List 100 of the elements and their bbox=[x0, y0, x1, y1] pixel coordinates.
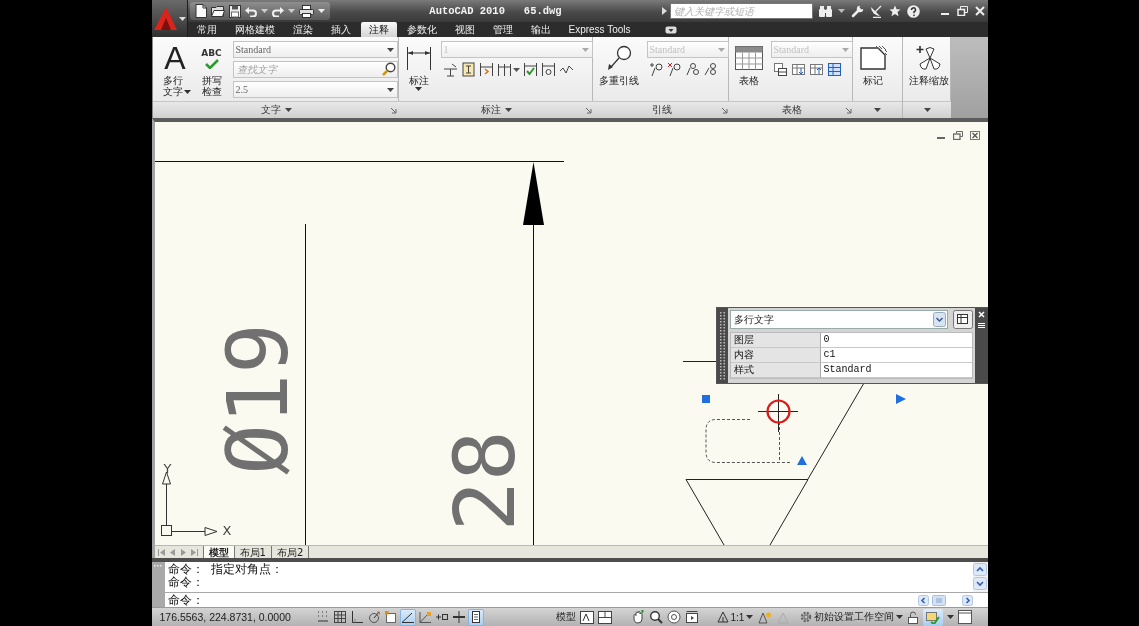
model-view-icon[interactable] bbox=[579, 610, 594, 624]
play-screen-icon[interactable] bbox=[684, 610, 699, 624]
clean-screen-icon[interactable] bbox=[958, 610, 973, 624]
table-button[interactable]: 表格 bbox=[732, 41, 765, 88]
scroll-down-icon[interactable] bbox=[973, 577, 987, 590]
satellite-dish-icon[interactable] bbox=[869, 4, 883, 18]
layout-view-icon[interactable] bbox=[597, 610, 612, 624]
property-value[interactable]: c1 bbox=[820, 348, 972, 363]
dimension-space-icon[interactable] bbox=[460, 62, 476, 77]
wrench-icon[interactable] bbox=[850, 4, 864, 18]
search-icon[interactable] bbox=[381, 62, 396, 76]
ribbon-tab[interactable]: Express Tools bbox=[560, 22, 639, 37]
add-leader-icon[interactable] bbox=[648, 62, 664, 77]
dialog-launcher-icon[interactable] bbox=[390, 106, 397, 114]
multileader-button[interactable]: 多重引线 bbox=[596, 41, 641, 88]
dialog-launcher-icon[interactable] bbox=[585, 106, 592, 114]
dropdown[interactable]: Standard bbox=[232, 41, 398, 58]
trapezoid-outline[interactable] bbox=[685, 479, 808, 545]
update-dimension-icon[interactable] bbox=[540, 62, 556, 77]
object-type-dropdown[interactable]: 多行文字 bbox=[729, 310, 948, 329]
workspace-button[interactable]: 初始设置工作空间 bbox=[800, 610, 904, 624]
restore-icon[interactable] bbox=[952, 131, 963, 140]
ribbon-tab[interactable]: 输出 bbox=[522, 22, 559, 37]
scroll-left-icon[interactable] bbox=[917, 594, 929, 606]
restore-icon[interactable] bbox=[956, 6, 968, 16]
lock-icon[interactable] bbox=[907, 610, 920, 624]
leader-line[interactable] bbox=[682, 361, 717, 362]
hand-icon[interactable] bbox=[630, 610, 645, 624]
help-icon[interactable] bbox=[906, 4, 920, 18]
inspect-dimension-icon[interactable] bbox=[522, 62, 538, 77]
otrack-toggle[interactable] bbox=[399, 608, 416, 626]
chevron-down-icon[interactable] bbox=[932, 312, 946, 327]
ribbon-tab[interactable]: 渲染 bbox=[284, 22, 321, 37]
ribbon-tab[interactable]: 管理 bbox=[484, 22, 521, 37]
drag-handle-icon[interactable] bbox=[716, 308, 728, 383]
model-space-toggle[interactable]: 模型 bbox=[555, 610, 576, 624]
lwt-toggle[interactable] bbox=[450, 608, 467, 626]
ribbon-tab[interactable]: 参数化 bbox=[398, 22, 445, 37]
dimension-break-icon[interactable] bbox=[442, 62, 458, 77]
continue-dimension-icon[interactable] bbox=[496, 62, 512, 77]
drawing-canvas[interactable]: Ø19 28 Y X 多行文字 图层 0 内容 c1 样式 Standard bbox=[151, 118, 988, 545]
ribbon-tab[interactable]: 网格建模 bbox=[226, 22, 283, 37]
dimension-arrow[interactable] bbox=[522, 162, 544, 545]
scroll-right-icon[interactable] bbox=[961, 594, 973, 606]
find-text-field[interactable]: 查找文字 bbox=[232, 61, 398, 78]
mtext-selection-outline[interactable] bbox=[705, 419, 790, 463]
caret-icon[interactable] bbox=[512, 67, 520, 72]
caret-icon[interactable] bbox=[947, 615, 955, 619]
dialog-launcher-icon[interactable] bbox=[845, 106, 852, 114]
window-icon[interactable] bbox=[952, 310, 973, 329]
layout-tab[interactable]: 模型 bbox=[202, 546, 235, 558]
property-value[interactable]: Standard bbox=[820, 363, 972, 378]
collect-leaders-icon[interactable] bbox=[702, 62, 718, 77]
table-upload-icon[interactable] bbox=[808, 62, 824, 77]
multiline-text-button[interactable]: A 多行文字 bbox=[156, 41, 194, 99]
undo-arrow-icon[interactable] bbox=[244, 5, 257, 17]
dialog-launcher-icon[interactable] bbox=[721, 106, 728, 114]
ribbon-tab[interactable]: 视图 bbox=[446, 22, 483, 37]
table-download-icon[interactable] bbox=[790, 62, 806, 77]
extension-line[interactable] bbox=[304, 223, 306, 545]
annotation-scale-button[interactable]: 1:1 bbox=[716, 611, 754, 623]
dropdown[interactable]: 2.5 bbox=[232, 81, 398, 98]
grid-toggle[interactable] bbox=[331, 608, 348, 626]
ribbon-toggle-icon[interactable] bbox=[664, 25, 677, 34]
scroll-up-icon[interactable] bbox=[973, 563, 987, 576]
close-icon[interactable] bbox=[969, 131, 980, 140]
caret-icon[interactable] bbox=[505, 108, 512, 112]
expand-arrow-icon[interactable] bbox=[661, 7, 667, 15]
caret-icon[interactable] bbox=[924, 108, 931, 112]
property-value[interactable]: 0 bbox=[820, 333, 972, 348]
ribbon-tab[interactable]: 常用 bbox=[188, 22, 225, 37]
remove-leader-icon[interactable] bbox=[666, 62, 682, 77]
markup-button[interactable]: 标记 bbox=[856, 41, 889, 88]
tray-settings-button[interactable] bbox=[923, 608, 944, 626]
caret-icon[interactable] bbox=[317, 9, 325, 13]
caret-icon[interactable] bbox=[260, 9, 268, 13]
menu-icon[interactable] bbox=[977, 322, 985, 329]
new-file-icon[interactable] bbox=[194, 4, 207, 18]
caret-icon[interactable] bbox=[837, 9, 845, 13]
scrollbar-thumb[interactable] bbox=[931, 594, 946, 606]
triangle-dot-icon[interactable] bbox=[758, 610, 773, 624]
star-icon[interactable] bbox=[888, 5, 901, 17]
printer-icon[interactable] bbox=[298, 4, 314, 18]
dimension-button[interactable]: 标注 bbox=[402, 41, 435, 93]
table-data-icon[interactable] bbox=[826, 62, 842, 77]
annotation-scale-button[interactable]: 注释缩放 bbox=[906, 41, 951, 88]
caret-icon[interactable] bbox=[287, 9, 295, 13]
target-circle-icon[interactable] bbox=[666, 610, 681, 624]
search-field[interactable]: 键入关键字或短语 bbox=[669, 3, 813, 19]
grip-handle[interactable] bbox=[701, 395, 710, 403]
drag-handle-icon[interactable] bbox=[151, 562, 165, 607]
grip-handle[interactable] bbox=[796, 456, 807, 465]
table-extract-icon[interactable] bbox=[772, 62, 788, 77]
binoculars-icon[interactable] bbox=[818, 5, 832, 17]
caret-icon[interactable] bbox=[284, 108, 292, 112]
dimension-jog-icon[interactable] bbox=[478, 62, 494, 77]
align-leaders-icon[interactable] bbox=[684, 62, 700, 77]
zoom-icon[interactable] bbox=[648, 610, 663, 624]
save-icon[interactable] bbox=[228, 4, 241, 18]
osnap-toggle[interactable] bbox=[382, 608, 399, 626]
